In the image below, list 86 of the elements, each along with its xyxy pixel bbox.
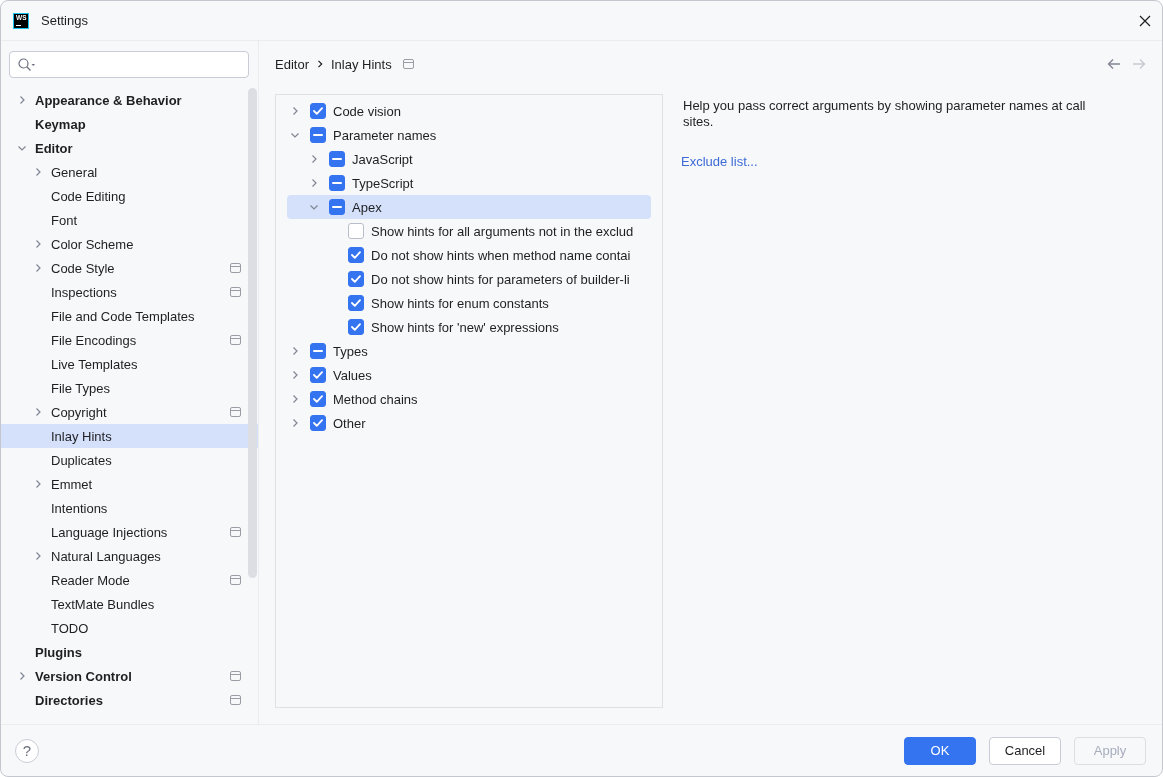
sidebar-item[interactable]: TODO [1, 616, 258, 640]
checkbox[interactable] [348, 271, 364, 287]
search-field[interactable] [9, 51, 249, 78]
tree-item[interactable]: Show hints for all arguments not in the exclud [287, 219, 651, 243]
sidebar-item[interactable]: Keymap [1, 112, 258, 136]
exclude-list-link[interactable]: Exclude list... [681, 154, 758, 170]
checkbox[interactable] [348, 247, 364, 263]
tree-item[interactable]: TypeScript [287, 171, 651, 195]
checkbox[interactable] [310, 127, 326, 143]
sidebar-item[interactable]: File Encodings [1, 328, 258, 352]
tree-item[interactable]: Show hints for 'new' expressions [287, 315, 651, 339]
window-title: Settings [41, 13, 88, 28]
sidebar-item[interactable]: Code Style [1, 256, 258, 280]
sidebar-item[interactable]: Inspections [1, 280, 258, 304]
chevron-down-icon[interactable] [18, 144, 26, 152]
tree-item[interactable]: Other [287, 411, 651, 435]
chevron-right-icon [316, 60, 323, 68]
sidebar-item[interactable]: Color Scheme [1, 232, 258, 256]
chevron-right-icon[interactable] [34, 168, 42, 176]
chevron-right-icon[interactable] [34, 240, 42, 248]
close-icon[interactable] [1139, 14, 1151, 27]
sidebar-item[interactable]: Reader Mode [1, 568, 258, 592]
breadcrumb-label: Inlay Hints [330, 56, 392, 72]
sidebar-item[interactable]: Appearance & Behavior [1, 88, 258, 112]
checkbox[interactable] [310, 367, 326, 383]
tree-item[interactable]: Show hints for enum constants [287, 291, 651, 315]
checkbox[interactable] [329, 175, 345, 191]
checkbox[interactable] [310, 415, 326, 431]
chevron-right-icon[interactable] [291, 419, 299, 427]
chevron-right-icon[interactable] [34, 552, 42, 560]
tree-item[interactable]: Method chains [287, 387, 651, 411]
chevron-right-icon[interactable] [291, 347, 299, 355]
chevron-right-icon[interactable] [291, 395, 299, 403]
chevron-right-icon[interactable] [34, 480, 42, 488]
chevron-right-icon[interactable] [310, 155, 318, 163]
chevron-down-icon[interactable] [291, 131, 299, 139]
tree-item[interactable]: Types [287, 339, 651, 363]
sidebar-item[interactable]: Intentions [1, 496, 258, 520]
sidebar-item[interactable]: Directories [1, 688, 258, 712]
tree-item[interactable]: Values [287, 363, 651, 387]
sidebar-item[interactable]: Code Editing [1, 184, 258, 208]
sidebar-item[interactable]: Copyright [1, 400, 258, 424]
sidebar-item[interactable]: Emmet [1, 472, 258, 496]
checkbox[interactable] [310, 391, 326, 407]
sidebar-item[interactable]: File and Code Templates [1, 304, 258, 328]
scrollbar-thumb[interactable] [248, 88, 257, 578]
checkbox[interactable] [348, 319, 364, 335]
tree-item[interactable]: Do not show hints for parameters of builder-li [287, 267, 651, 291]
sidebar-item[interactable]: General [1, 160, 258, 184]
checkbox[interactable] [329, 199, 345, 215]
chevron-right-icon[interactable] [18, 672, 26, 680]
sidebar-item[interactable]: Duplicates [1, 448, 258, 472]
checkbox[interactable] [348, 295, 364, 311]
sidebar-item[interactable]: File Types [1, 376, 258, 400]
checkbox[interactable] [310, 343, 326, 359]
sidebar-item[interactable]: TextMate Bundles [1, 592, 258, 616]
sidebar-item[interactable]: Live Templates [1, 352, 258, 376]
chevron-down-icon[interactable] [310, 203, 318, 211]
sidebar-item[interactable]: Plugins [1, 640, 258, 664]
sidebar-item[interactable]: Font [1, 208, 258, 232]
sidebar-item[interactable]: Inlay Hints [1, 424, 258, 448]
sidebar-item[interactable]: Language Injections [1, 520, 258, 544]
chevron-right-icon[interactable] [291, 371, 299, 379]
chevron-right-icon[interactable] [18, 96, 26, 104]
checkbox[interactable] [348, 223, 364, 239]
sidebar-item[interactable]: Editor [1, 136, 258, 160]
checkbox[interactable] [310, 103, 326, 119]
chevron-right-icon[interactable] [34, 408, 42, 416]
back-arrow-icon[interactable] [1107, 58, 1121, 70]
chevron-right-icon[interactable] [310, 179, 318, 187]
breadcrumb-label: Editor [275, 56, 309, 72]
search-icon[interactable] [18, 57, 36, 72]
tree-item[interactable]: Code vision [287, 99, 651, 123]
sidebar-item[interactable]: Natural Languages [1, 544, 258, 568]
tree-item[interactable]: Apex [287, 195, 651, 219]
tree-item[interactable]: Parameter names [287, 123, 651, 147]
chevron-right-icon[interactable] [34, 264, 42, 272]
help-button[interactable]: ? [15, 738, 39, 763]
sidebar-item[interactable]: Version Control [1, 664, 258, 688]
description-text: Help you pass correct arguments by showing parameter names at call sites. [683, 98, 1087, 130]
primary-button[interactable]: OK [904, 736, 976, 765]
dialog-button[interactable]: Cancel [989, 736, 1061, 765]
checkbox[interactable] [329, 151, 345, 167]
chevron-right-icon[interactable] [291, 107, 299, 115]
tree-item[interactable]: JavaScript [287, 147, 651, 171]
tree-item[interactable]: Do not show hints when method name contai [287, 243, 651, 267]
